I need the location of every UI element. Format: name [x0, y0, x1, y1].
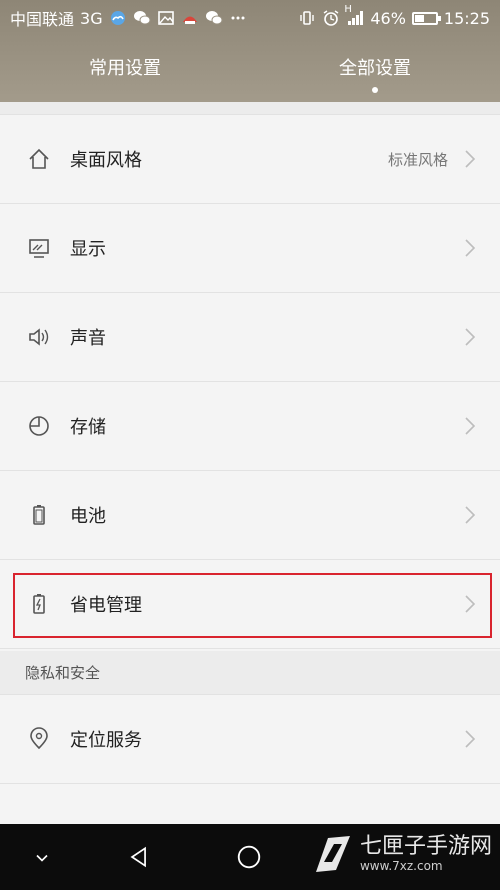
more-icon — [229, 9, 247, 27]
signal-icon: H — [344, 4, 364, 27]
battery-percent: 46% — [370, 8, 406, 28]
power-saving-icon — [24, 589, 54, 619]
battery-status-icon — [411, 11, 441, 25]
clock: 15:25 — [443, 8, 490, 28]
image-icon — [157, 9, 175, 27]
watermark-name: 七匣子手游网 — [359, 834, 492, 860]
chevron-right-icon — [460, 416, 480, 436]
display-icon — [24, 233, 54, 263]
settings-tabs: 常用设置 全部设置 — [0, 52, 500, 93]
section-header-privacy-security: 隐私和安全 — [0, 651, 500, 695]
setting-label: 电池 — [70, 506, 106, 527]
back-icon[interactable] — [124, 842, 154, 872]
carrier-name: 中国联通 — [10, 10, 75, 29]
signal-type-label: H — [344, 4, 352, 15]
storage-icon — [24, 411, 54, 441]
chevron-right-icon — [460, 594, 480, 614]
alarm-icon — [322, 9, 340, 27]
setting-row-location[interactable]: 定位服务 — [0, 695, 500, 784]
home-button-icon[interactable] — [234, 842, 264, 872]
watermark-url: www.7xz.com — [359, 858, 443, 873]
watermark-logo-icon — [315, 836, 350, 872]
speaker-icon — [24, 322, 54, 352]
navigation-bar: 七匣子手游网 www.7xz.com — [0, 824, 500, 890]
setting-label: 桌面风格 — [70, 150, 142, 171]
wechat-icon-2 — [205, 9, 223, 27]
vibrate-icon — [298, 9, 316, 27]
chevron-right-icon — [460, 238, 480, 258]
settings-list: 桌面风格 标准风格 显示 声音 存储 电池 省电管理 隐私和安全 定位服务 — [0, 102, 500, 824]
setting-row-storage[interactable]: 存储 — [0, 382, 500, 471]
top-bar: 中国联通 3G H 46% 15:25 常用设置 全部设置 — [0, 0, 500, 102]
battery-icon — [24, 500, 54, 530]
setting-row-sound[interactable]: 声音 — [0, 293, 500, 382]
setting-label: 显示 — [70, 239, 106, 260]
setting-row-display[interactable]: 显示 — [0, 204, 500, 293]
setting-label: 省电管理 — [70, 595, 142, 616]
watermark: 七匣子手游网 www.7xz.com — [310, 832, 492, 876]
home-icon — [24, 144, 54, 174]
partial-icon — [24, 814, 54, 825]
status-bar: 中国联通 3G H 46% 15:25 — [0, 0, 500, 36]
setting-label: 定位服务 — [70, 730, 142, 751]
network-type: 3G — [80, 8, 103, 28]
chevron-right-icon — [460, 149, 480, 169]
chevron-down-icon[interactable] — [30, 846, 54, 870]
setting-label: 存储 — [70, 417, 106, 438]
chevron-right-icon — [460, 729, 480, 749]
tab-common-settings[interactable]: 常用设置 — [0, 52, 250, 92]
setting-row-battery[interactable]: 电池 — [0, 471, 500, 560]
battery-fill — [414, 14, 424, 22]
setting-row-partial[interactable] — [0, 784, 500, 824]
setting-row-desktop-style[interactable]: 桌面风格 标准风格 — [0, 115, 500, 204]
setting-row-power-saving[interactable]: 省电管理 — [0, 560, 500, 649]
setting-value: 标准风格 — [387, 150, 448, 169]
chevron-right-icon — [460, 505, 480, 525]
cloud-icon — [109, 9, 127, 27]
list-top-gap — [0, 102, 500, 115]
tab-all-settings[interactable]: 全部设置 — [250, 52, 500, 93]
wechat-icon — [133, 9, 151, 27]
location-icon — [24, 724, 54, 754]
chevron-right-icon — [460, 327, 480, 347]
setting-label: 声音 — [70, 328, 106, 349]
app-notification-icon — [181, 9, 199, 27]
